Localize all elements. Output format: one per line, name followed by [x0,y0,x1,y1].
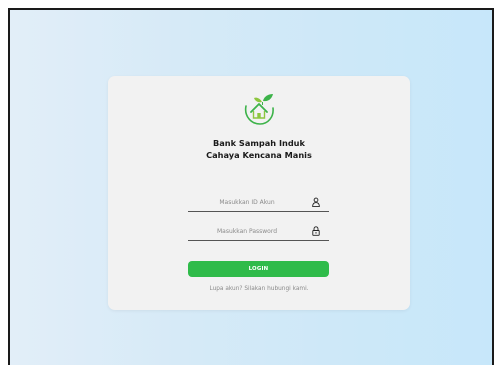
password-field [188,224,329,241]
organization-name-line1: Bank Sampah Induk [213,138,305,148]
account-id-field [188,195,329,212]
organization-name-line2: Cahaya Kencana Manis [206,150,312,160]
forgot-account-text: Lupa akun? Silakan hubungi kami. [209,286,309,292]
account-id-input[interactable] [188,195,306,209]
leaf-house-logo-icon [244,94,274,125]
login-card: Bank Sampah Induk Cahaya Kencana Manis L… [108,76,410,310]
login-button[interactable]: LOGIN [188,261,329,277]
page-background: Bank Sampah Induk Cahaya Kencana Manis L… [8,8,494,365]
password-input[interactable] [188,224,306,238]
lock-icon [312,226,320,236]
user-icon [312,197,320,207]
